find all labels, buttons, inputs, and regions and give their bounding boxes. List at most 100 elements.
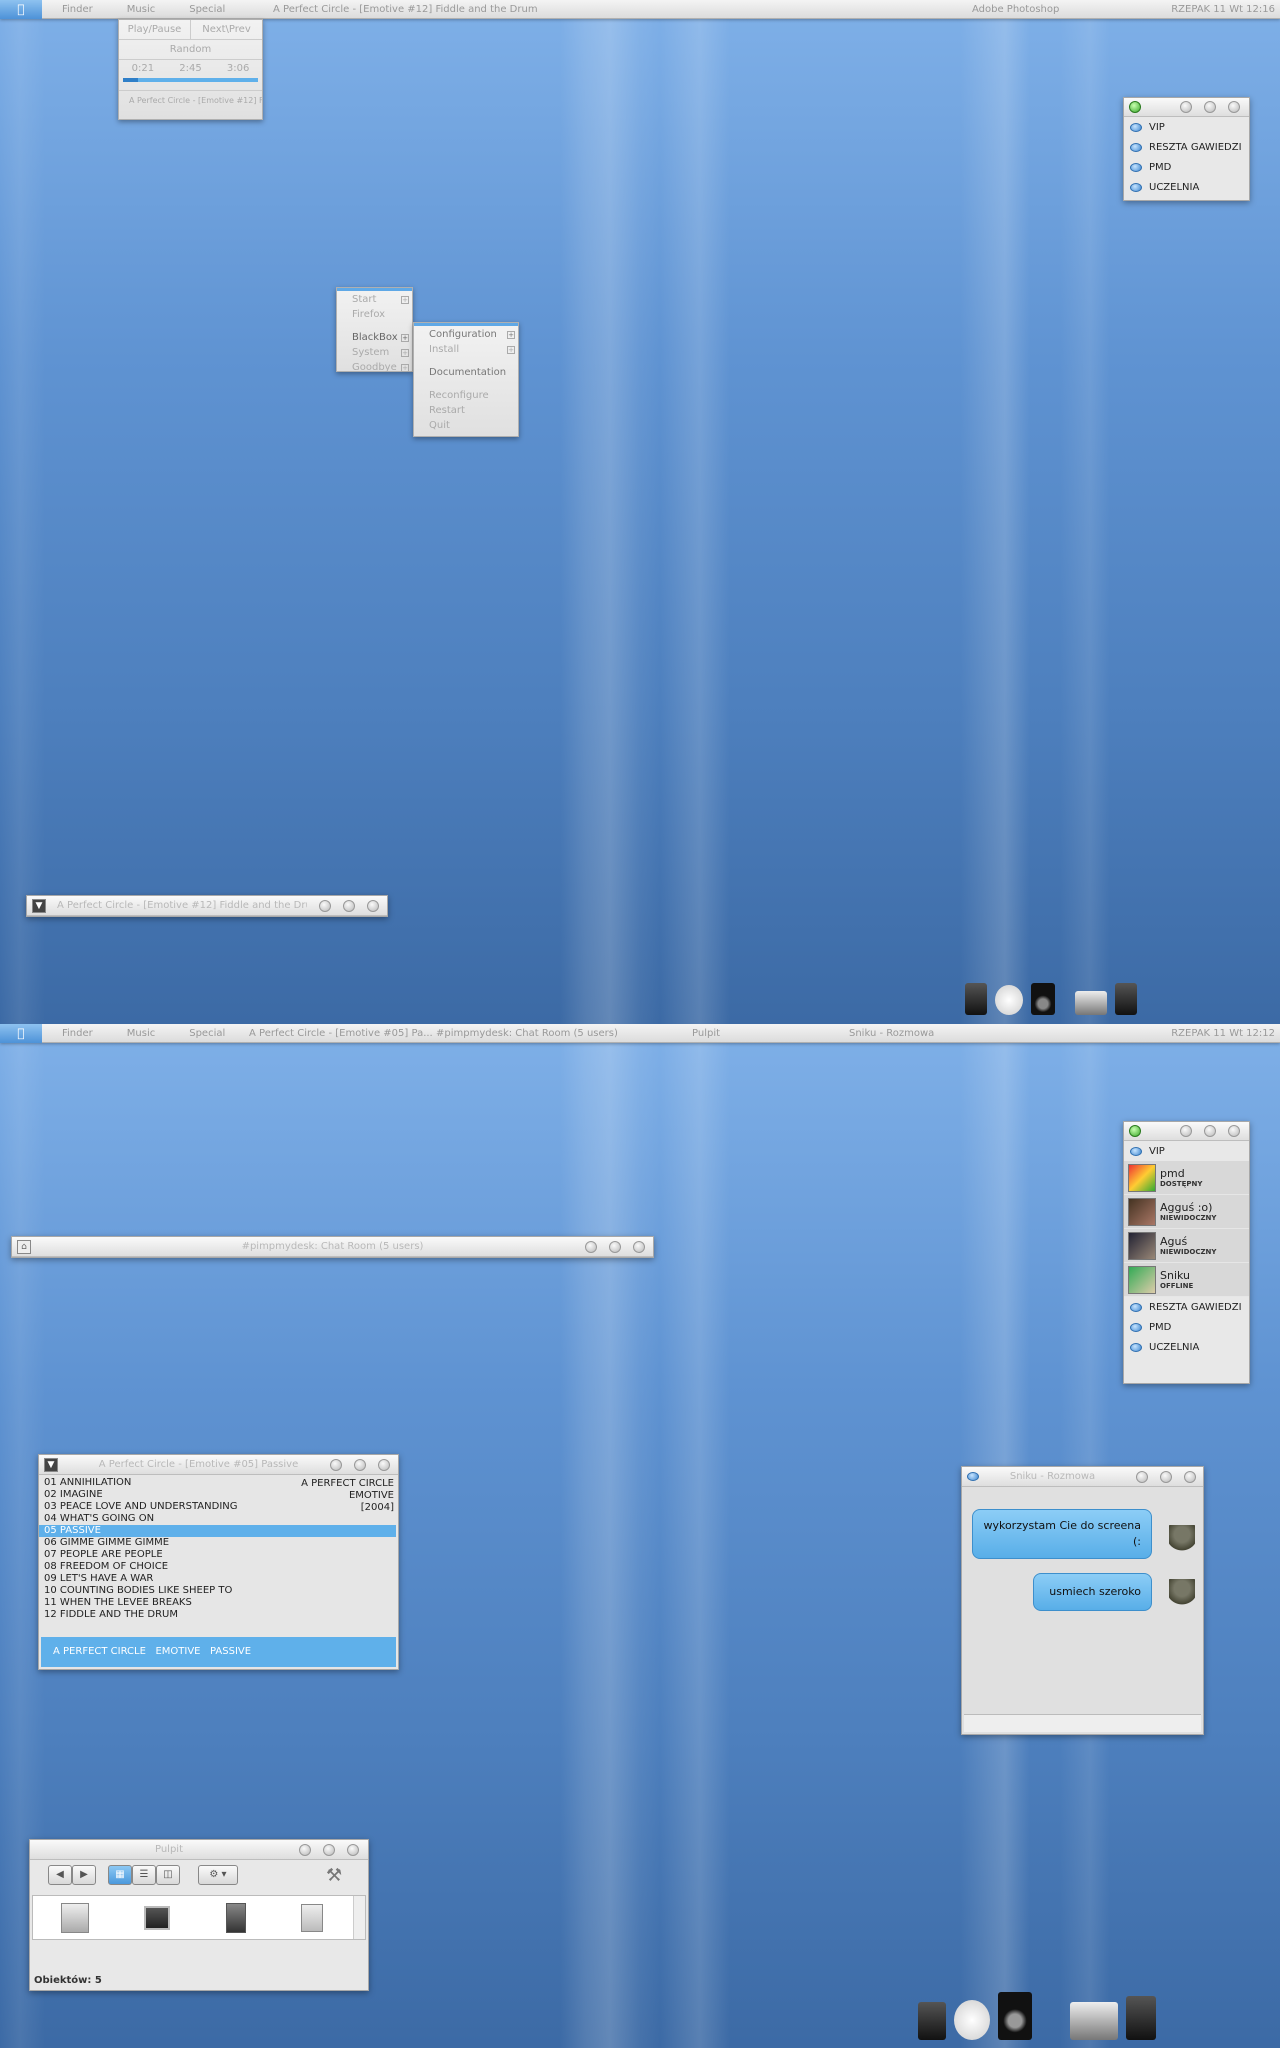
speaker-icon[interactable] bbox=[965, 983, 987, 1015]
group-vip[interactable]: VIP bbox=[1124, 1141, 1249, 1161]
minimize-button[interactable] bbox=[585, 1241, 597, 1253]
close-button[interactable] bbox=[1184, 1471, 1196, 1483]
speaker-right-icon[interactable] bbox=[1115, 983, 1137, 1015]
chatroom-title-bar[interactable]: ⌂ #pimpmydesk: Chat Room (5 users) bbox=[12, 1237, 653, 1257]
icon-view-button[interactable]: ▦ bbox=[108, 1865, 132, 1885]
menu-start[interactable]: Start + bbox=[337, 294, 412, 309]
menu-install[interactable]: Install + bbox=[414, 344, 518, 359]
buddy-title-bar[interactable] bbox=[1124, 1122, 1249, 1141]
track-row[interactable]: 07 PEOPLE ARE PEOPLE bbox=[39, 1549, 398, 1561]
menu-music[interactable]: Music bbox=[107, 4, 169, 15]
track-row[interactable]: 10 COUNTING BODIES LIKE SHEEP TO bbox=[39, 1585, 398, 1597]
minimize-button[interactable] bbox=[299, 1844, 311, 1856]
trash-icon[interactable] bbox=[301, 1903, 324, 1932]
maximize-button[interactable] bbox=[354, 1459, 366, 1471]
headphones-icon[interactable] bbox=[954, 2000, 990, 2040]
task-photoshop[interactable]: Adobe Photoshop bbox=[972, 4, 1059, 15]
list-view-button[interactable]: ☰ bbox=[132, 1865, 156, 1885]
task-chatroom[interactable]: #pimpmydesk: Chat Room (5 users) bbox=[436, 1028, 618, 1039]
task-chat[interactable]: Sniku - Rozmowa bbox=[849, 1028, 934, 1039]
tools-icon[interactable]: ⚒ bbox=[326, 1865, 350, 1889]
task-pulpit[interactable]: Pulpit bbox=[692, 1028, 720, 1039]
track-row[interactable]: 09 LET'S HAVE A WAR bbox=[39, 1573, 398, 1585]
chat-title-bar[interactable]: Sniku - Rozmowa bbox=[962, 1467, 1203, 1487]
group-reszta[interactable]: RESZTA GAWIEDZI bbox=[1124, 1297, 1249, 1317]
menu-music[interactable]: Music bbox=[107, 1028, 169, 1039]
apple-menu-icon[interactable]:  bbox=[0, 0, 42, 19]
finder-title-bar[interactable]: Pulpit bbox=[30, 1840, 368, 1860]
minimize-button[interactable] bbox=[1136, 1471, 1148, 1483]
subwoofer-icon[interactable] bbox=[1031, 983, 1055, 1015]
subwoofer-icon[interactable] bbox=[998, 1992, 1032, 2040]
player-app-icon[interactable]: ▼ bbox=[32, 899, 46, 913]
menu-system[interactable]: System + bbox=[337, 347, 412, 362]
menu-documentation[interactable]: Documentation bbox=[414, 367, 518, 382]
scrollbar[interactable] bbox=[353, 1896, 365, 1939]
task-now-playing[interactable]: A Perfect Circle - [Emotive #12] Fiddle … bbox=[273, 4, 538, 15]
group-uczelnia[interactable]: UCZELNIA bbox=[1124, 1337, 1249, 1357]
menu-finder[interactable]: Finder bbox=[42, 1028, 107, 1039]
minimize-button[interactable] bbox=[1180, 1125, 1192, 1137]
speaker-icon[interactable] bbox=[918, 2002, 946, 2040]
maximize-button[interactable] bbox=[1204, 1125, 1216, 1137]
gear-icon[interactable]: ⚙ ▾ bbox=[198, 1865, 238, 1885]
menu-special[interactable]: Special bbox=[169, 4, 239, 15]
maximize-button[interactable] bbox=[1160, 1471, 1172, 1483]
status-online-icon[interactable] bbox=[1129, 1125, 1141, 1137]
contact-item[interactable]: Aguś NIEWIDOCZNY bbox=[1124, 1229, 1249, 1263]
menu-configuration[interactable]: Configuration + bbox=[414, 329, 518, 344]
next-prev-item[interactable]: Next\Prev bbox=[191, 20, 262, 39]
maximize-button[interactable] bbox=[323, 1844, 335, 1856]
menu-goodbye[interactable]: Goodbye + bbox=[337, 362, 412, 377]
chat-input[interactable] bbox=[964, 1714, 1201, 1732]
menu-restart[interactable]: Restart bbox=[414, 405, 518, 420]
player-app-icon[interactable]: ▼ bbox=[44, 1458, 58, 1472]
turntable-icon[interactable] bbox=[1075, 991, 1107, 1015]
status-online-icon[interactable] bbox=[1129, 101, 1141, 113]
maximize-button[interactable] bbox=[1204, 101, 1216, 113]
contact-item[interactable]: pmd DOSTĘPNY bbox=[1124, 1161, 1249, 1195]
task-player[interactable]: A Perfect Circle - [Emotive #05] Pa... bbox=[249, 1028, 433, 1039]
group-uczelnia[interactable]: UCZELNIA bbox=[1124, 177, 1249, 197]
close-button[interactable] bbox=[1228, 1125, 1240, 1137]
close-button[interactable] bbox=[378, 1459, 390, 1471]
back-button[interactable]: ◀ bbox=[48, 1865, 72, 1885]
contact-item[interactable]: Sniku OFFLINE bbox=[1124, 1263, 1249, 1297]
column-view-button[interactable]: ◫ bbox=[156, 1865, 180, 1885]
close-button[interactable] bbox=[633, 1241, 645, 1253]
minimize-button[interactable] bbox=[1180, 101, 1192, 113]
random-item[interactable]: Random bbox=[119, 40, 262, 60]
track-row[interactable]: 04 WHAT'S GOING ON bbox=[39, 1513, 398, 1525]
track-row[interactable]: 06 GIMME GIMME GIMME bbox=[39, 1537, 398, 1549]
track-row[interactable]: 12 FIDDLE AND THE DRUM bbox=[39, 1609, 398, 1621]
menu-quit[interactable]: Quit bbox=[414, 420, 518, 435]
group-pmd[interactable]: PMD bbox=[1124, 1317, 1249, 1337]
progress-bar[interactable] bbox=[123, 78, 258, 82]
player-title-bar[interactable]: ▼ A Perfect Circle - [Emotive #12] Fiddl… bbox=[27, 896, 387, 916]
forward-button[interactable]: ▶ bbox=[72, 1865, 96, 1885]
menu-blackbox[interactable]: BlackBox + bbox=[337, 332, 412, 347]
device-icon[interactable] bbox=[225, 1902, 246, 1933]
computer-icon[interactable] bbox=[144, 1905, 171, 1930]
menu-special[interactable]: Special bbox=[169, 1028, 239, 1039]
buddy-title-bar[interactable] bbox=[1124, 98, 1249, 117]
menu-reconfigure[interactable]: Reconfigure bbox=[414, 390, 518, 405]
group-pmd[interactable]: PMD bbox=[1124, 157, 1249, 177]
minimize-button[interactable] bbox=[330, 1459, 342, 1471]
apple-menu-icon[interactable]:  bbox=[0, 1024, 42, 1043]
player-title-bar[interactable]: ▼ A Perfect Circle - [Emotive #05] Passi… bbox=[39, 1455, 398, 1475]
maximize-button[interactable] bbox=[343, 900, 355, 912]
group-reszta[interactable]: RESZTA GAWIEDZI bbox=[1124, 137, 1249, 157]
disk-icon[interactable] bbox=[60, 1902, 89, 1933]
menu-finder[interactable]: Finder bbox=[42, 4, 107, 15]
turntable-icon[interactable] bbox=[1070, 2002, 1118, 2040]
track-row[interactable]: 11 WHEN THE LEVEE BREAKS bbox=[39, 1597, 398, 1609]
menu-firefox[interactable]: Firefox bbox=[337, 309, 412, 324]
headphones-icon[interactable] bbox=[995, 985, 1023, 1015]
close-button[interactable] bbox=[1228, 101, 1240, 113]
play-pause-item[interactable]: Play/Pause bbox=[119, 20, 191, 39]
contact-item[interactable]: Agguś :o) NIEWIDOCZNY bbox=[1124, 1195, 1249, 1229]
close-button[interactable] bbox=[347, 1844, 359, 1856]
minimize-button[interactable] bbox=[319, 900, 331, 912]
speaker-right-icon[interactable] bbox=[1126, 1996, 1156, 2040]
